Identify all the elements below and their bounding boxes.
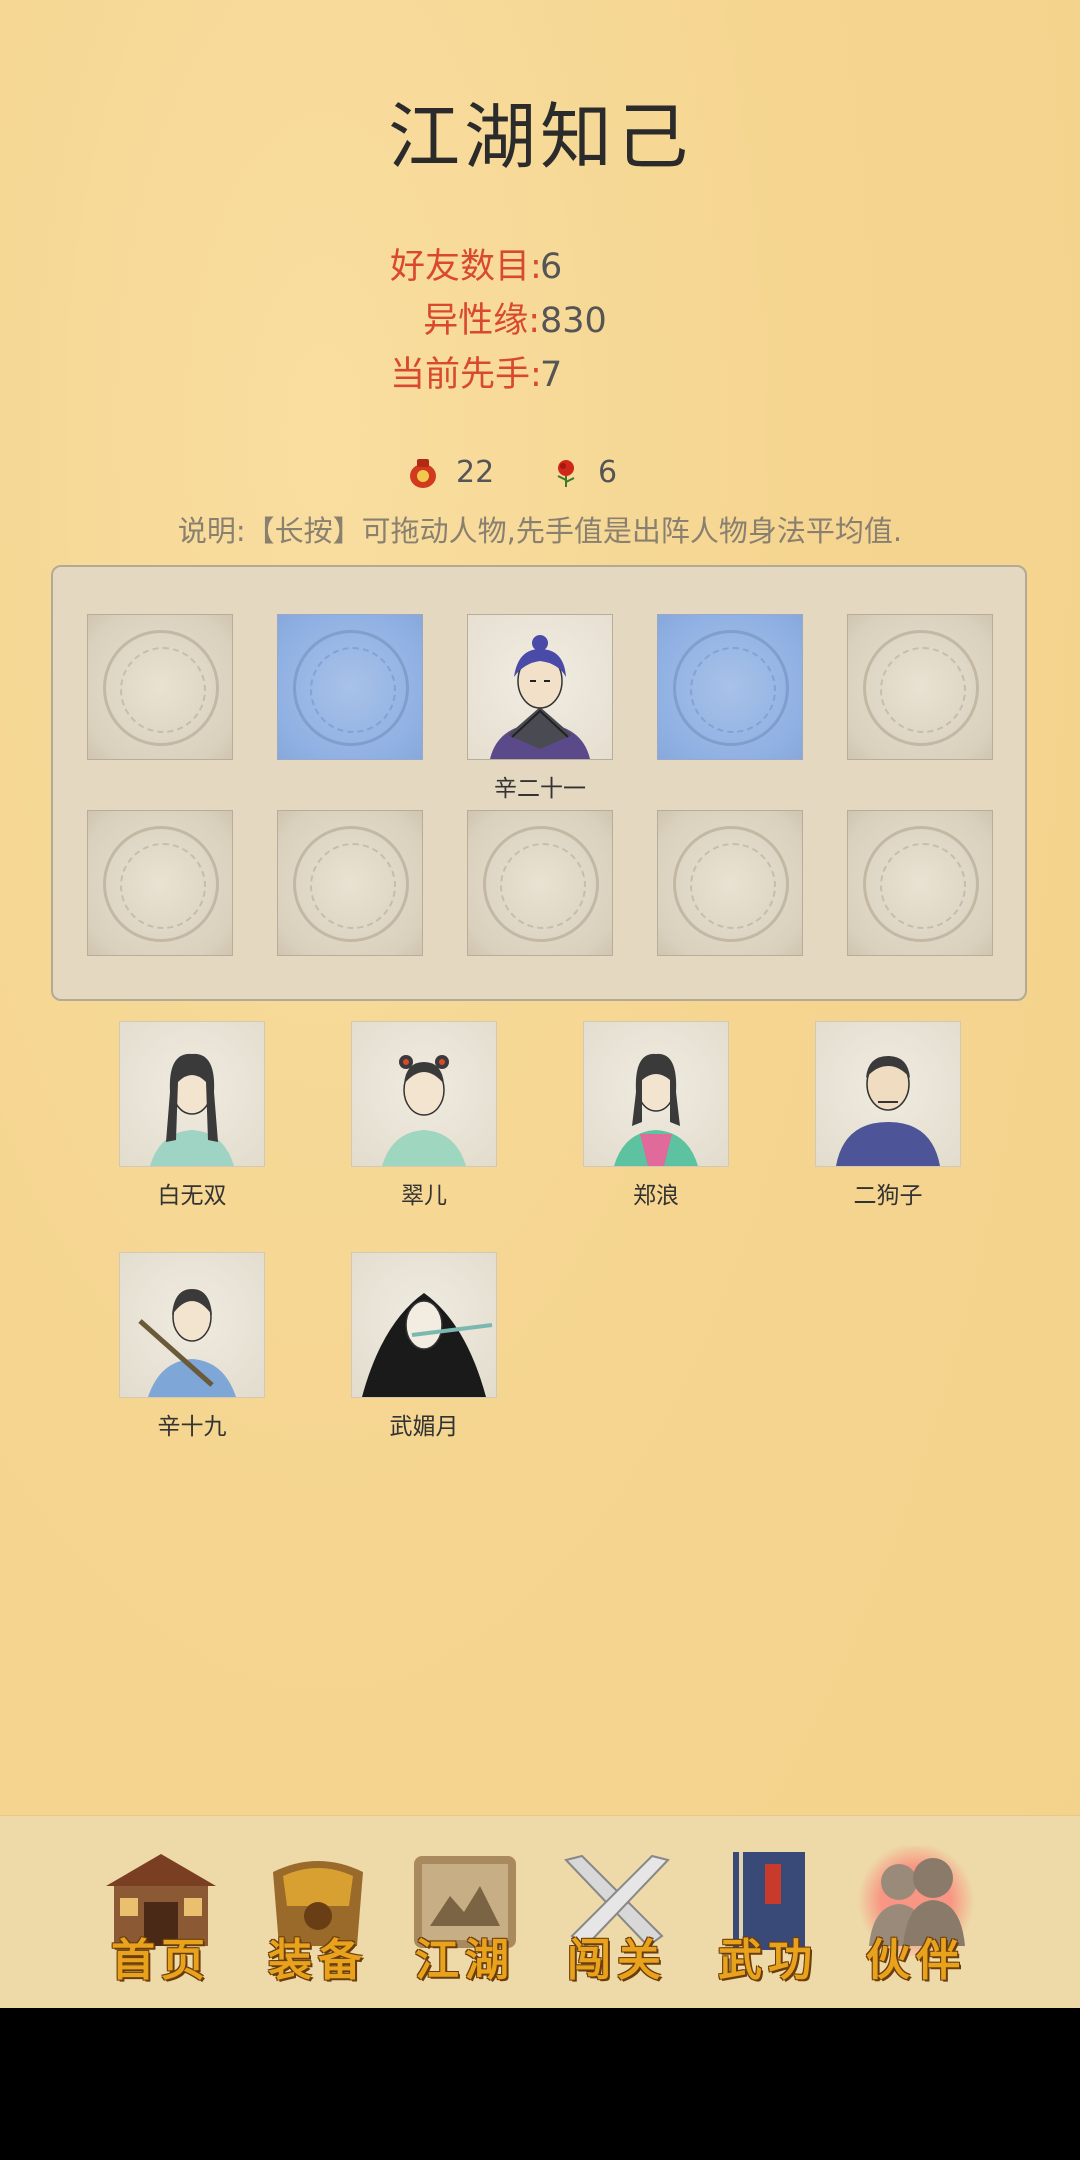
friend-card[interactable] [119,1021,265,1167]
nav-equipment[interactable]: 装备 [253,1846,383,1986]
friend-name: 武媚月 [389,1414,459,1440]
seal-emblem-icon [863,826,979,942]
hero-portrait [490,635,590,759]
seal-emblem-icon [863,630,979,746]
seal-emblem-icon [483,826,599,942]
stat-label: 当前先手: [390,355,542,395]
friend-name: 二狗子 [853,1183,923,1209]
seal-emblem-icon [103,826,219,942]
stat-label: 异性缘: [423,301,540,341]
nav-label: 装备 [268,1935,368,1986]
stat-value: 6 [540,247,563,287]
friend-portrait [614,1053,698,1166]
nav-partners[interactable]: 伙伴 [851,1843,981,1986]
friend-portrait [150,1053,234,1166]
seal-emblem-icon [103,630,219,746]
friend-card[interactable] [351,1252,497,1398]
seal-emblem-icon [293,630,409,746]
friend-portrait [138,1289,236,1397]
friend-name: 白无双 [157,1183,227,1209]
stat-label: 好友数目: [390,247,542,287]
instructions-note: 说明:【长按】可拖动人物,先手值是出阵人物身法平均值. [177,514,903,548]
formation-slot-empty[interactable] [657,810,803,956]
wine-jar-icon [410,458,436,488]
friend-card[interactable] [351,1021,497,1167]
friend-name: 郑浪 [633,1183,679,1209]
formation-slot-empty[interactable] [277,810,423,956]
wine-count: 22 [456,455,495,490]
rose-count: 6 [598,455,618,490]
nav-label: 闯关 [567,1935,667,1986]
formation-grid: 辛二十一 [51,565,1027,1001]
stat-value: 7 [540,355,563,395]
bottom-nav: 首页 装备 江湖 闯关 武功 伙伴 [0,1815,1080,2008]
nav-martial-arts[interactable]: 武功 [703,1846,833,1986]
hero-name: 辛二十一 [494,776,586,802]
nav-home[interactable]: 首页 [96,1846,226,1986]
seal-emblem-icon [293,826,409,942]
friend-portrait [382,1055,466,1166]
friend-card[interactable] [119,1252,265,1398]
wine-resource: 22 [408,455,494,490]
nav-label: 首页 [111,1935,211,1986]
system-bar [0,2008,1080,2160]
seal-emblem-icon [673,826,789,942]
page-title: 江湖知己 [387,95,692,179]
formation-slot-empty[interactable] [847,614,993,760]
stat-initiative: 当前先手:7 [390,346,562,397]
nav-label: 江湖 [415,1935,515,1986]
friend-name: 翠儿 [401,1183,447,1209]
friend-portrait [836,1056,940,1166]
stat-value: 830 [540,301,607,341]
stat-charm: 异性缘:830 [390,292,607,343]
nav-jianghu[interactable]: 江湖 [400,1846,530,1986]
nav-label: 伙伴 [866,1935,966,1986]
formation-slot-empty[interactable] [87,810,233,956]
friend-name: 辛十九 [157,1414,227,1440]
stat-friend-count: 好友数目:6 [390,238,562,289]
friend-card[interactable] [815,1021,961,1167]
friend-card[interactable] [583,1021,729,1167]
formation-slot-available[interactable] [277,614,423,760]
nav-challenge[interactable]: 闯关 [552,1846,682,1986]
formation-slot-available[interactable] [657,614,803,760]
nav-label: 武功 [718,1935,818,1986]
formation-slot-empty[interactable] [87,614,233,760]
seal-emblem-icon [673,630,789,746]
formation-slot-empty[interactable] [847,810,993,956]
rose-icon [557,459,575,487]
rose-resource: 6 [552,455,617,490]
formation-slot-empty[interactable] [467,810,613,956]
formation-slot-hero[interactable] [467,614,613,760]
friend-portrait [362,1293,493,1397]
